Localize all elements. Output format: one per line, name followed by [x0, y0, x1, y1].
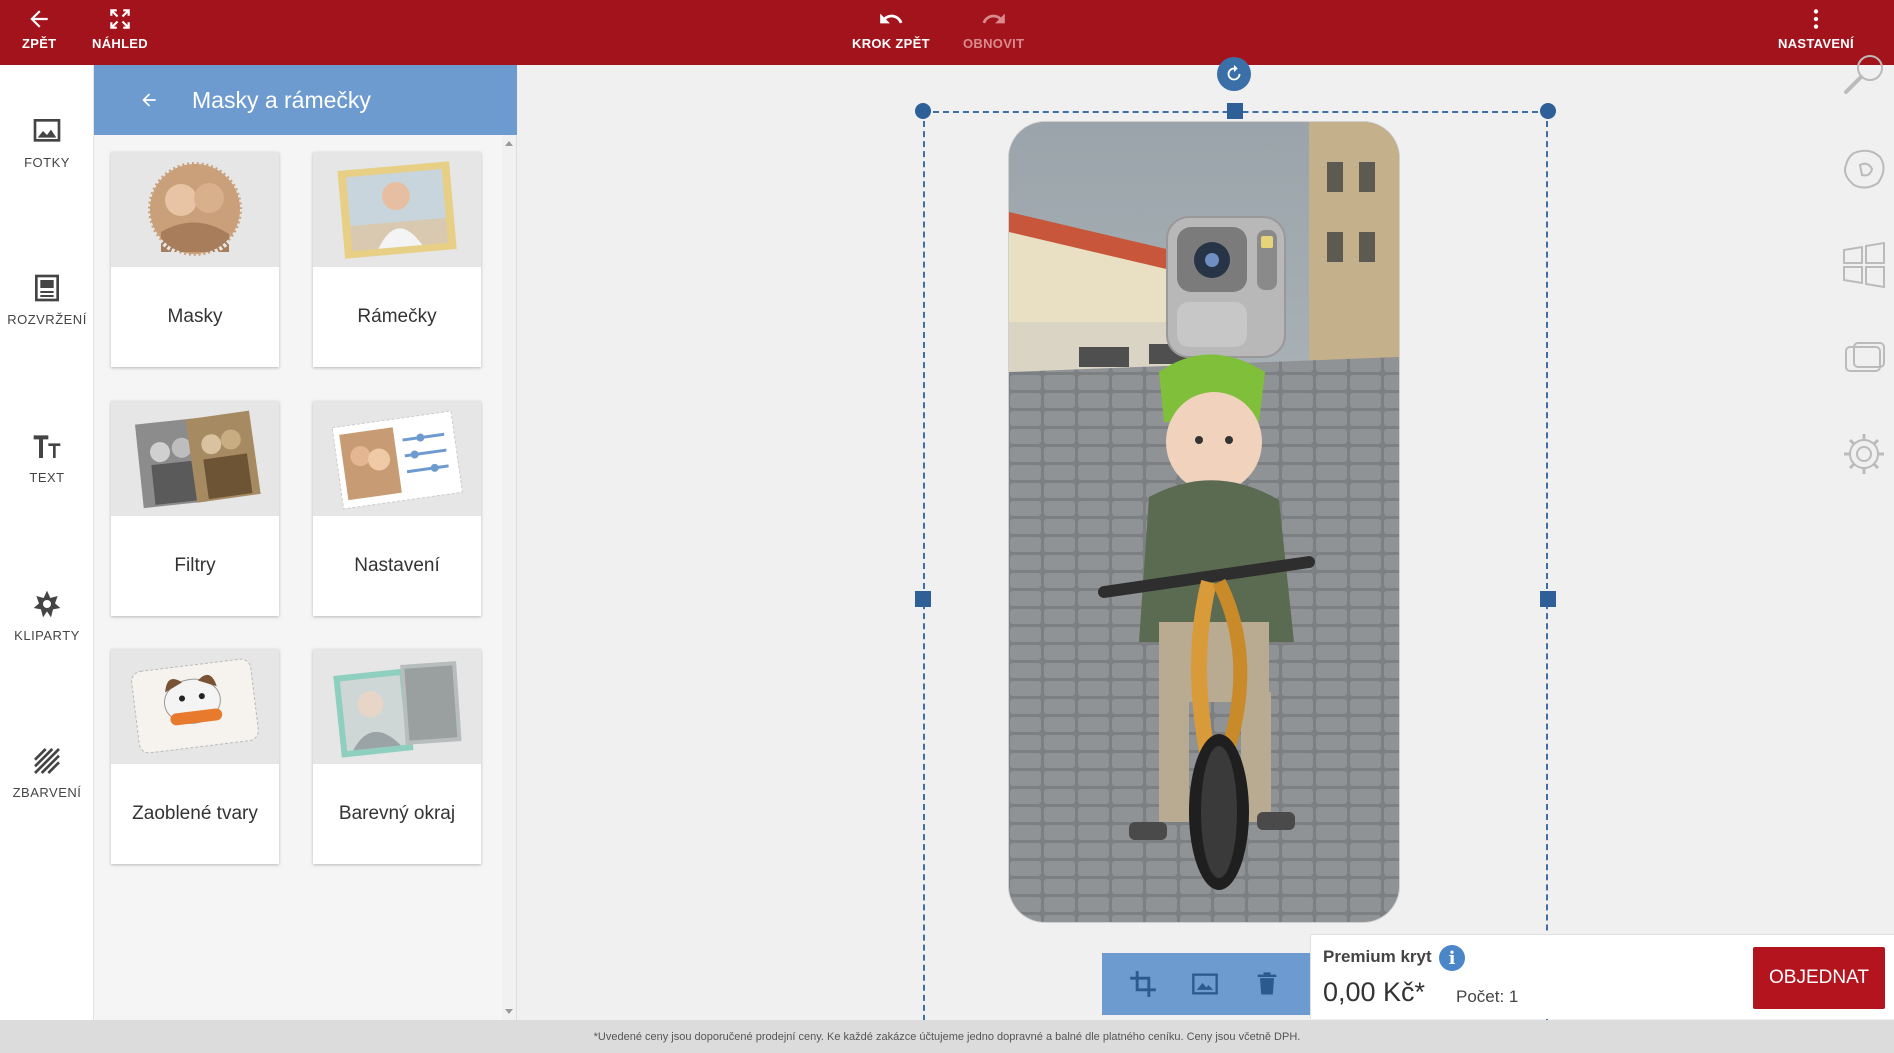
card-filters[interactable]: Filtry: [111, 401, 279, 616]
rail-label-text: TEXT: [29, 470, 65, 485]
resize-handle-top-right[interactable]: [1540, 103, 1556, 119]
product-quantity[interactable]: Počet: 1: [1456, 987, 1518, 1007]
layout-icon: [35, 274, 59, 302]
crop-icon[interactable]: [1129, 970, 1157, 998]
product-name: Premium kryt: [1323, 947, 1432, 966]
card-label-filters: Filtry: [174, 555, 216, 576]
left-tool-rail: FOTKY ROZVRŽENÍ TEXT KLIPARTY ZBARVENÍ: [0, 65, 94, 1020]
rail-label-clipart: KLIPARTY: [14, 628, 80, 643]
card-label-color-border: Barevný okraj: [338, 803, 456, 824]
device-icon[interactable]: [1840, 335, 1888, 383]
back-label: ZPĚT: [22, 36, 57, 51]
card-masks[interactable]: Masky: [111, 152, 279, 367]
resize-handle-left[interactable]: [915, 591, 931, 607]
panel-header: Masky a rámečky: [94, 65, 517, 135]
rail-item-text[interactable]: TEXT: [0, 430, 94, 485]
resize-handle-right[interactable]: [1540, 591, 1556, 607]
trash-icon[interactable]: [1253, 970, 1281, 998]
card-color-border[interactable]: Barevný okraj: [313, 649, 481, 864]
panel-scrollbar[interactable]: [502, 135, 516, 1020]
masks-frames-panel: Masky a rámečky Masky Rámečky Filtry Nas…: [94, 65, 517, 1020]
card-label-adjustments: Nastavení: [354, 555, 440, 576]
rail-label-photos: FOTKY: [24, 155, 70, 170]
panel-title: Masky a rámečky: [192, 86, 371, 113]
arrow-left-icon: [142, 93, 156, 107]
info-icon[interactable]: i: [1439, 945, 1465, 971]
text-icon: [33, 435, 61, 458]
shape-icon[interactable]: [1840, 145, 1888, 193]
rotate-icon: [1227, 64, 1241, 81]
scroll-up-arrow[interactable]: [505, 141, 513, 146]
gear-icon[interactable]: [1840, 430, 1888, 478]
card-label-frames: Rámečky: [357, 306, 437, 327]
right-tool-rail: [1832, 40, 1894, 500]
card-label-masks: Masky: [167, 306, 223, 327]
rail-item-coloring[interactable]: ZBARVENÍ: [0, 745, 94, 800]
design-canvas[interactable]: [517, 57, 1832, 1041]
scroll-down-arrow[interactable]: [505, 1009, 513, 1014]
card-frames[interactable]: Rámečky: [313, 152, 481, 367]
more-vertical-icon: [1813, 9, 1819, 29]
zoom-icon[interactable]: [1840, 50, 1888, 98]
frames-thumbnail: [313, 152, 481, 267]
rounded-shapes-thumbnail: [111, 649, 279, 764]
panel-back-button[interactable]: [134, 85, 164, 115]
fullscreen-icon: [110, 9, 130, 29]
photo-icon: [33, 119, 61, 142]
windows-icon[interactable]: [1840, 240, 1888, 288]
resize-handle-top[interactable]: [1227, 103, 1243, 119]
undo-icon: [880, 13, 903, 24]
coloring-icon: [34, 748, 60, 774]
order-button[interactable]: OBJEDNAT: [1753, 947, 1885, 1009]
rotate-handle[interactable]: [1217, 57, 1251, 91]
undo-button[interactable]: KROK ZPĚT: [852, 6, 930, 51]
card-rounded-shapes[interactable]: Zaoblené tvary: [111, 649, 279, 864]
masks-thumbnail: [111, 152, 279, 267]
rail-item-photos[interactable]: FOTKY: [0, 115, 94, 170]
rail-item-clipart[interactable]: KLIPARTY: [0, 588, 94, 643]
adjustments-thumbnail: [313, 401, 481, 516]
clipart-icon: [33, 590, 61, 618]
product-price: 0,00 Kč*: [1323, 977, 1426, 1007]
resize-handle-top-left[interactable]: [915, 103, 931, 119]
price-disclaimer: *Uvedené ceny jsou doporučené prodejní c…: [0, 1020, 1894, 1053]
preview-button[interactable]: NÁHLED: [92, 6, 148, 51]
arrow-left-icon: [30, 10, 48, 28]
redo-button[interactable]: OBNOVIT: [963, 6, 1024, 51]
redo-label: OBNOVIT: [963, 36, 1025, 51]
order-summary: Premium kryt i 0,00 Kč* Počet: 1 OBJEDNA…: [1310, 934, 1894, 1019]
top-toolbar: ZPĚT NÁHLED KROK ZPĚT OBNOVIT NASTAVENÍ: [0, 0, 1894, 65]
redo-icon: [982, 13, 1005, 24]
card-label-rounded-shapes: Zaoblené tvary: [132, 803, 258, 824]
back-button[interactable]: ZPĚT: [22, 6, 56, 51]
replace-image-icon[interactable]: [1191, 970, 1219, 998]
filters-thumbnail: [111, 401, 279, 516]
undo-label: KROK ZPĚT: [852, 36, 930, 51]
rail-label-coloring: ZBARVENÍ: [12, 785, 82, 800]
color-border-thumbnail: [313, 649, 481, 764]
card-adjustments[interactable]: Nastavení: [313, 401, 481, 616]
preview-label: NÁHLED: [92, 36, 148, 51]
rail-label-layout: ROZVRŽENÍ: [7, 312, 87, 327]
selection-box[interactable]: [923, 111, 1548, 1041]
rail-item-layout[interactable]: ROZVRŽENÍ: [0, 272, 94, 327]
